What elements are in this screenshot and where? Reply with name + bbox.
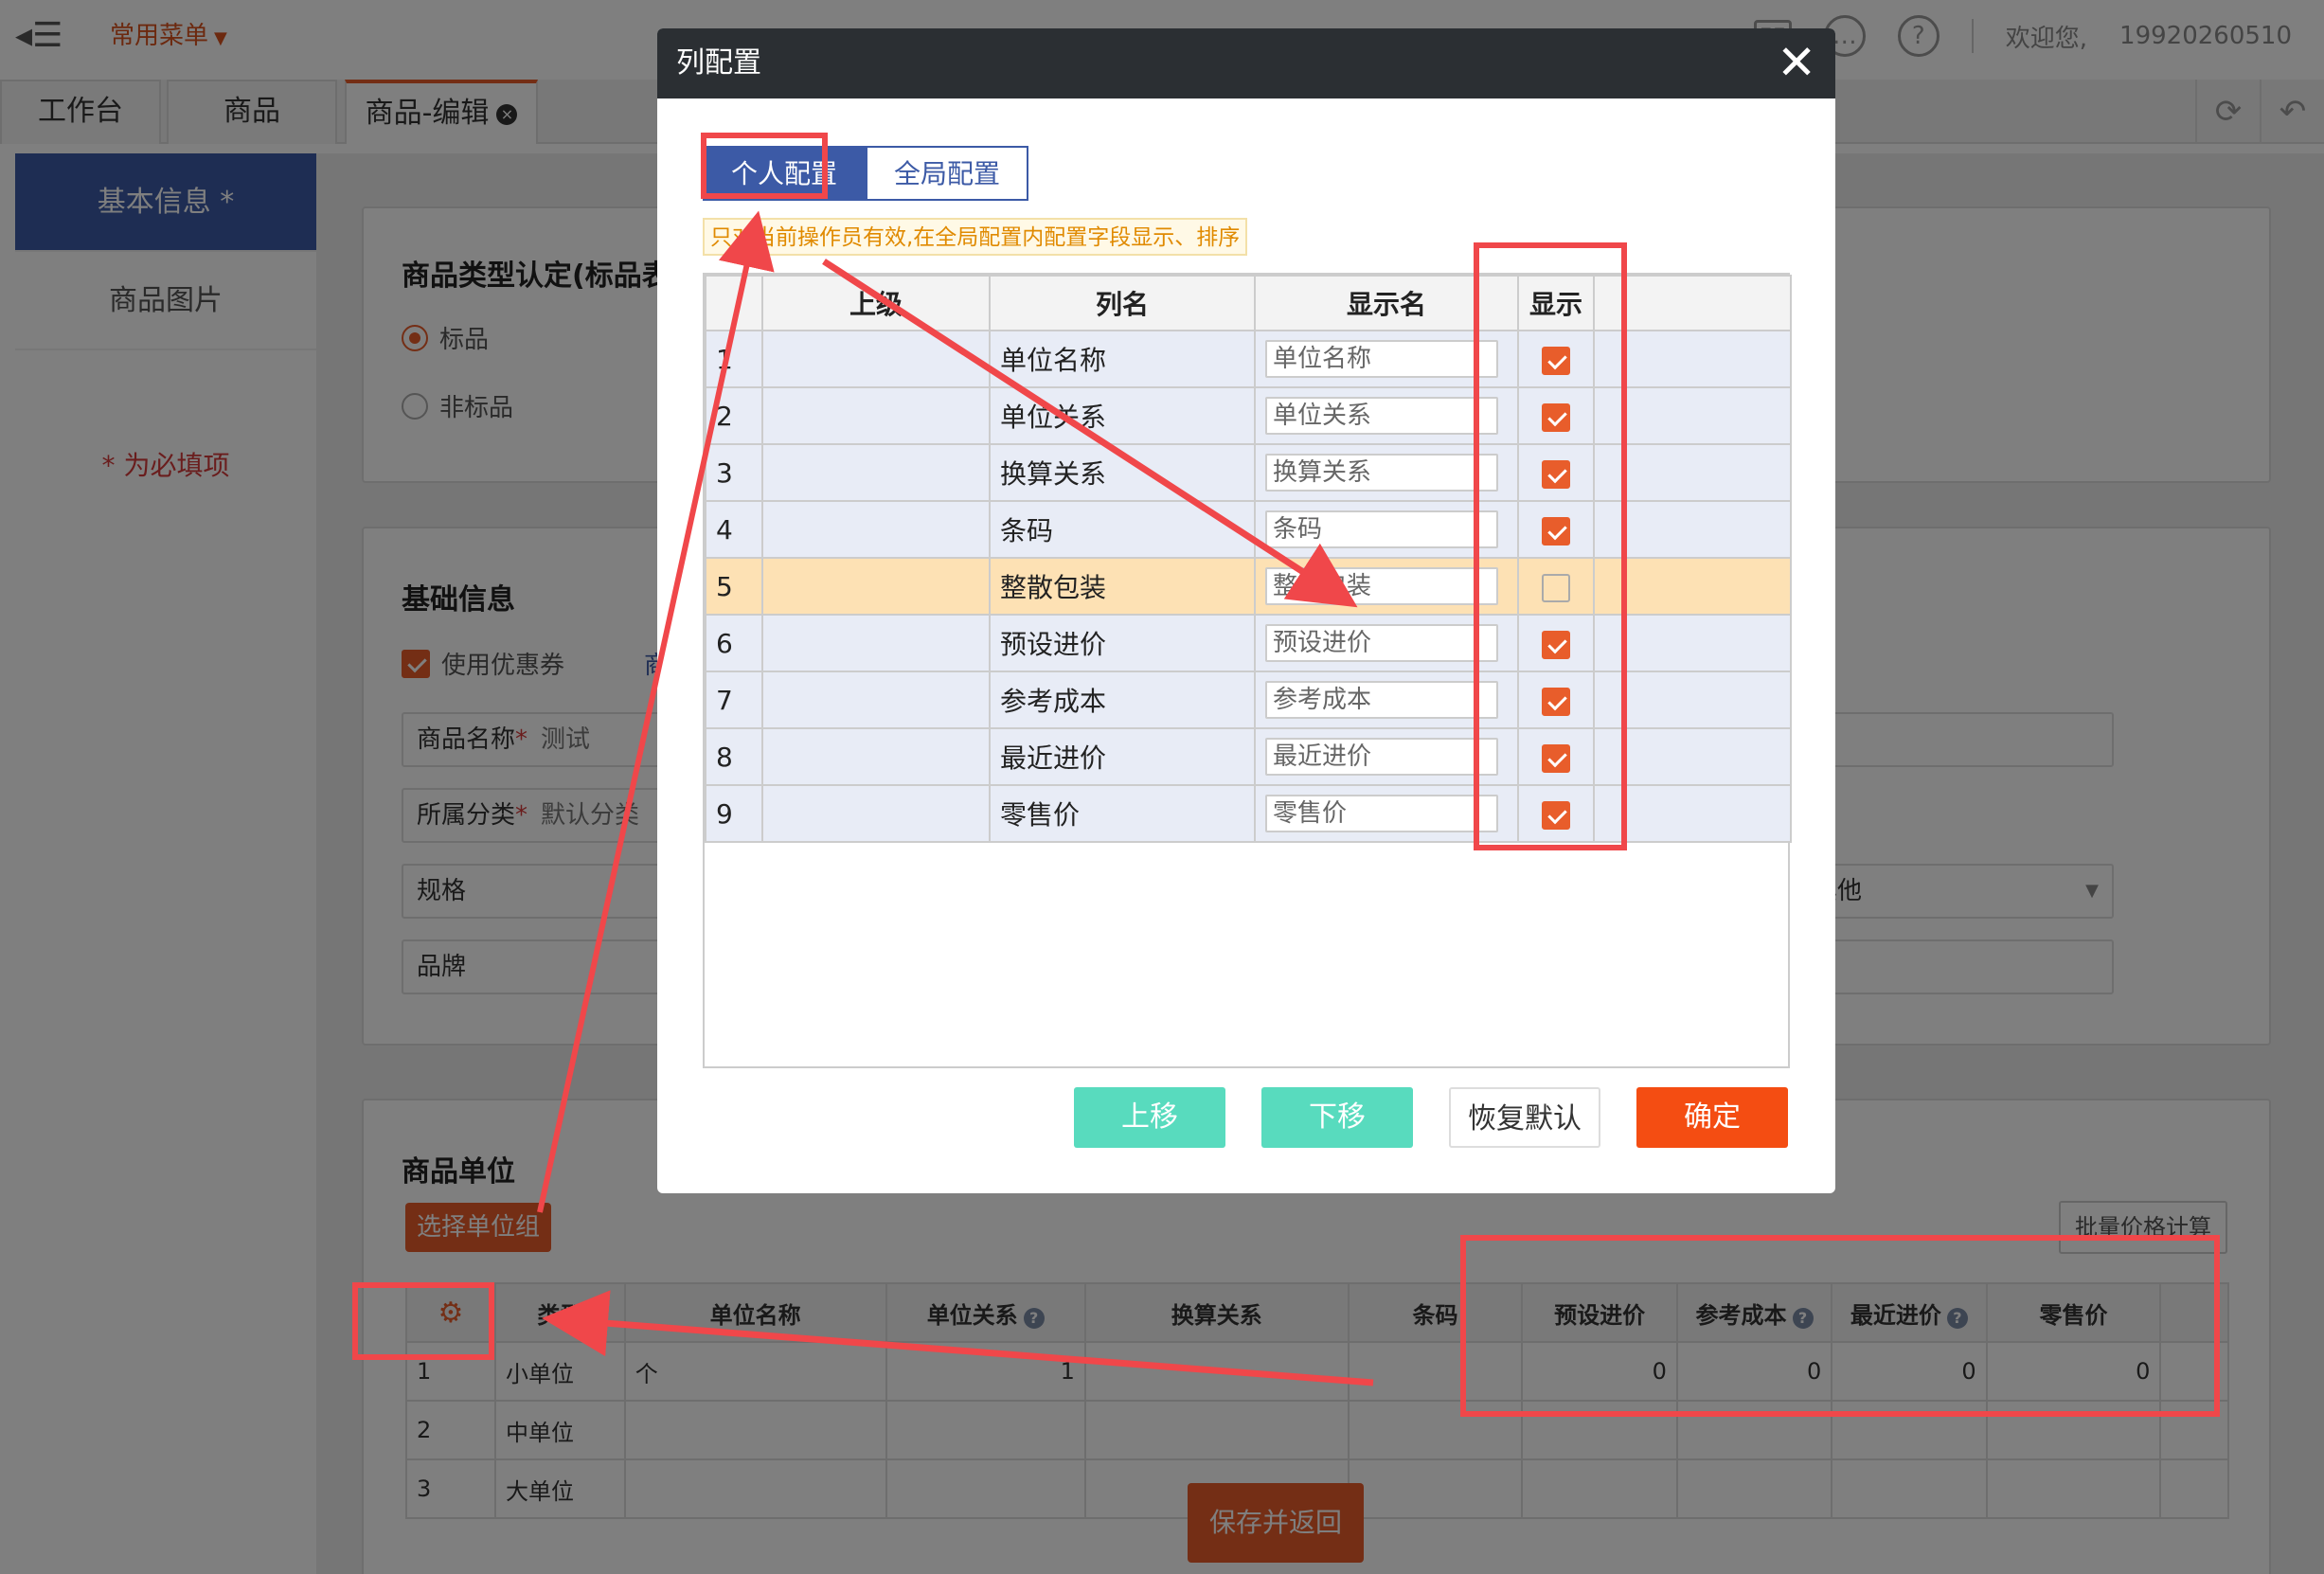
annotation-arrows xyxy=(537,210,1374,1386)
annotation-arrow xyxy=(822,259,1358,608)
annotation-arrow xyxy=(542,1290,1374,1386)
annotation-arrow xyxy=(537,210,775,1213)
